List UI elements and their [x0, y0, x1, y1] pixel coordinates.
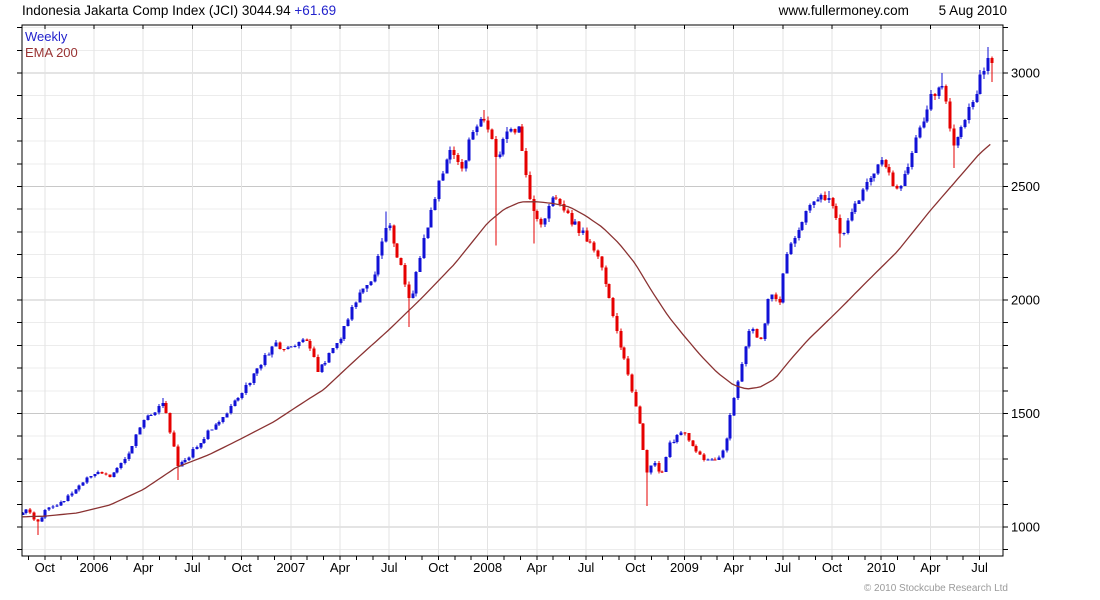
- x-axis-label: 2010: [867, 560, 896, 575]
- x-axis-label: Apr: [133, 560, 154, 575]
- x-axis-label: Apr: [920, 560, 941, 575]
- price-change: +61.69: [294, 3, 337, 18]
- x-axis-label: 2006: [80, 560, 109, 575]
- x-axis-label: Oct: [822, 560, 843, 575]
- x-axis-label: Apr: [330, 560, 351, 575]
- grid-vertical-lines: [44, 25, 981, 556]
- up-candle-bodies: [21, 58, 990, 522]
- x-axis-label: Oct: [625, 560, 646, 575]
- chart-legend: Weekly EMA 200: [25, 29, 78, 61]
- candlesticks: [21, 47, 994, 535]
- chart-header-title: Indonesia Jakarta Comp Index (JCI) 3044.…: [22, 3, 336, 18]
- y-axis-label: 3000: [1011, 66, 1040, 81]
- legend-weekly-label: Weekly: [25, 29, 68, 44]
- legend-ema-label: EMA 200: [25, 45, 78, 60]
- ema-200-line: [22, 143, 991, 518]
- x-axis-label: Apr: [723, 560, 744, 575]
- x-axis-label: Jul: [381, 560, 398, 575]
- y-axis-label: 2500: [1011, 179, 1040, 194]
- x-axis-label: 2007: [276, 560, 305, 575]
- x-axis-label: Oct: [428, 560, 449, 575]
- y-axis-label: 1000: [1011, 520, 1040, 535]
- y-axis-labels: 1000 1500 2000 2500 3000: [1011, 66, 1040, 535]
- chart-date: 5 Aug 2010: [938, 3, 1007, 18]
- x-axis-labels: Oct 2006 Apr Jul Oct 2007 Apr Jul Oct 2008 Apr Jul O…: [35, 560, 988, 575]
- chart-header-source: www.fullermoney.com 5 Aug 2010: [779, 3, 1007, 18]
- x-axis-label: Apr: [527, 560, 548, 575]
- x-axis-label: Jul: [971, 560, 988, 575]
- x-axis-label: 2009: [670, 560, 699, 575]
- y-axis-label: 1500: [1011, 406, 1040, 421]
- chart-page: 1000 1500 2000 2500 3000 Oct 2006 Apr Jul Oct 2007…: [0, 0, 1100, 600]
- price-chart-canvas: 1000 1500 2000 2500 3000 Oct 2006 Apr Jul Oct 2007…: [17, 24, 1040, 575]
- x-axis-label: Oct: [35, 560, 56, 575]
- website-link[interactable]: www.fullermoney.com: [779, 3, 909, 18]
- copyright-notice: © 2010 Stockcube Research Ltd: [863, 583, 1008, 594]
- x-axis-label: Jul: [578, 560, 595, 575]
- x-axis-label: 2008: [473, 560, 502, 575]
- instrument-title: Indonesia Jakarta Comp Index (JCI) 3044.…: [22, 3, 291, 18]
- x-axis-label: Oct: [231, 560, 252, 575]
- y-axis-label: 2000: [1011, 293, 1040, 308]
- x-axis-label: Jul: [774, 560, 791, 575]
- plot-border-and-ticks: [17, 24, 1008, 560]
- x-axis-label: Jul: [184, 560, 201, 575]
